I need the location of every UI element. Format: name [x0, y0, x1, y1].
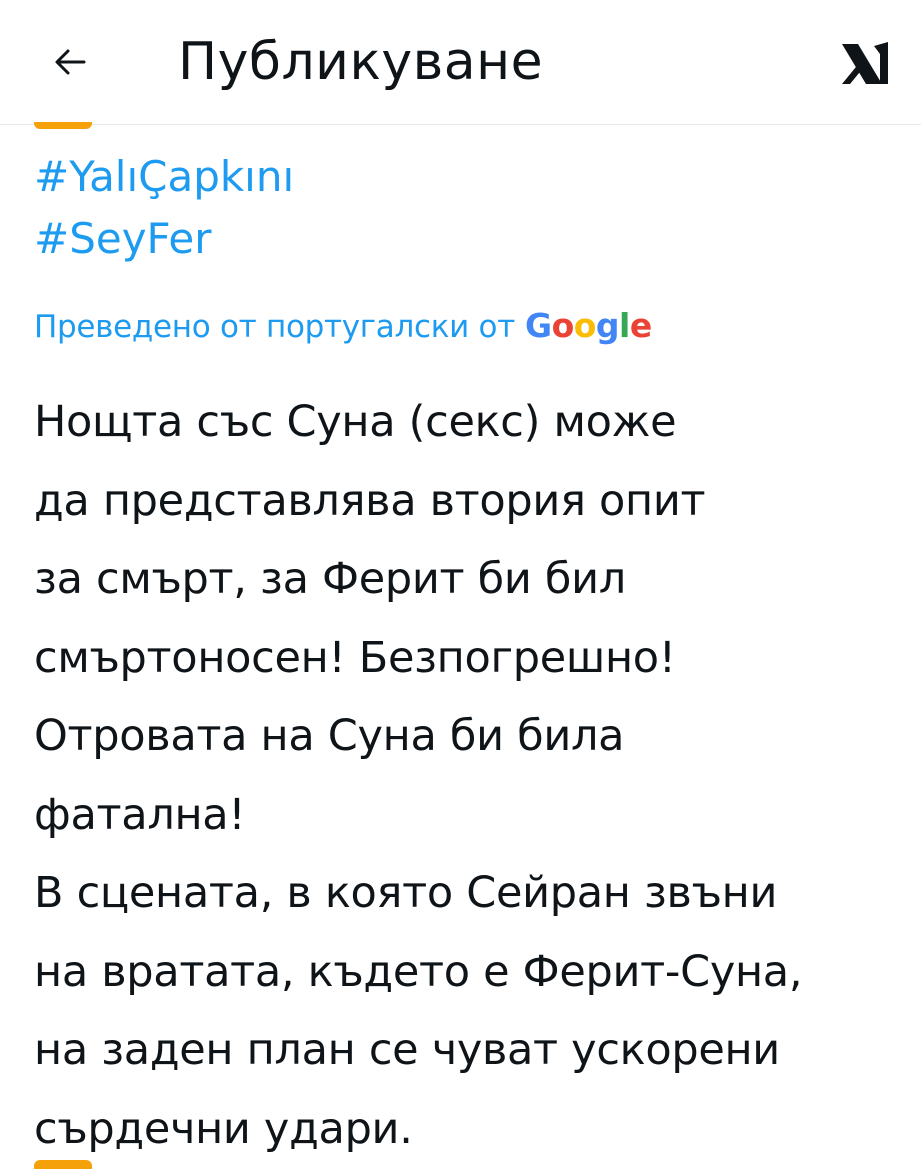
arrow-left-icon	[55, 49, 86, 75]
x-logo-icon	[838, 36, 892, 90]
post-text-line: Нощта със Суна (секс) може	[34, 397, 677, 447]
post-text-line: сърдечни удари.	[34, 1103, 413, 1154]
post-text: Нощта със Суна (секс) може да представля…	[34, 383, 914, 1168]
back-button[interactable]	[44, 36, 96, 88]
hashtag-link[interactable]: #YalıÇapkını	[34, 146, 294, 208]
post-text-line: да представлява втория опит	[34, 475, 706, 526]
google-logo: Google	[524, 306, 652, 345]
top-app-bar: Публикуване	[0, 0, 921, 125]
post-text-line: В сцената, в която Сейран звъни	[34, 868, 778, 918]
post-text-line: Отровата на Суна би била	[34, 711, 625, 761]
translation-attribution[interactable]: Преведено от португалски от Google	[34, 302, 652, 352]
post-text-line: на заден план се чуват ускорени	[34, 1025, 780, 1075]
thread-accent-marker	[34, 122, 92, 129]
post-text-line: на вратата, където е Ферит-Суна,	[34, 946, 803, 997]
translation-label: Преведено от португалски от	[34, 309, 515, 345]
hashtag-list: #YalıÇapkını #SeyFer	[34, 146, 294, 270]
post-text-line: фатална!	[34, 789, 246, 840]
hashtag-link[interactable]: #SeyFer	[34, 208, 294, 270]
post-text-line: смъртоносен! Безпогрешно!	[34, 632, 676, 683]
thread-accent-marker	[34, 1160, 92, 1169]
page-title: Публикуване	[178, 32, 544, 92]
post-text-line: за смърт, за Ферит би бил	[34, 554, 626, 604]
